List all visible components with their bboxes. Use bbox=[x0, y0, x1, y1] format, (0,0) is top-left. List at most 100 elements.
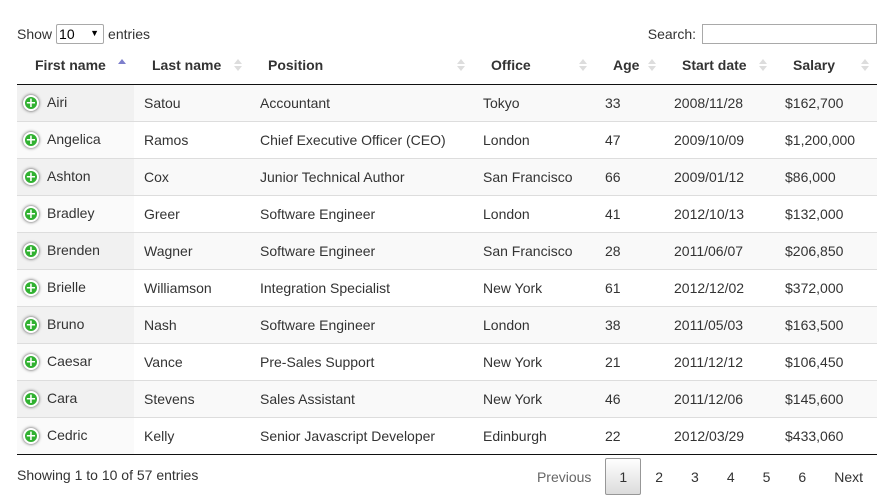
cell-salary: $206,850 bbox=[775, 231, 877, 269]
cell-text: Cara bbox=[47, 389, 78, 406]
previous-button[interactable]: Previous bbox=[523, 458, 605, 495]
cell-office: Edinburgh bbox=[473, 416, 595, 455]
table-row[interactable]: + Brielle Williamson Integration Specialist… bbox=[17, 268, 877, 306]
cell-text: 2009/10/09 bbox=[674, 131, 745, 148]
cell-start-date: 2008/11/28 bbox=[664, 84, 775, 121]
sort-both-icon bbox=[648, 58, 656, 71]
table-row[interactable]: + Cara Stevens Sales Assistant New York 46 201… bbox=[17, 379, 877, 417]
cell-text: Integration Specialist bbox=[260, 279, 390, 296]
cell-salary: $86,000 bbox=[775, 157, 877, 195]
table-row[interactable]: + Bradley Greer Software Engineer London 41 20… bbox=[17, 194, 877, 232]
cell-text: 2012/12/02 bbox=[674, 279, 745, 296]
header-row: First name Last name Position Office Age Star… bbox=[17, 46, 877, 85]
table-row[interactable]: + Ashton Cox Junior Technical Author San Fra… bbox=[17, 157, 877, 195]
cell-text: Ashton bbox=[47, 167, 91, 184]
plus-circle-icon[interactable]: + bbox=[23, 428, 39, 445]
plus-circle-icon[interactable]: + bbox=[23, 354, 39, 371]
cell-text: 2011/12/06 bbox=[674, 390, 744, 407]
cell-text: Chief Executive Officer (CEO) bbox=[260, 131, 446, 148]
search-input[interactable] bbox=[702, 24, 877, 44]
sort-both-icon bbox=[861, 58, 869, 71]
cell-first-name: + Caesar bbox=[17, 342, 134, 380]
cell-office: New York bbox=[473, 379, 595, 417]
column-header-first-name[interactable]: First name bbox=[17, 46, 134, 85]
plus-circle-icon[interactable]: + bbox=[23, 243, 39, 260]
plus-circle-icon[interactable]: + bbox=[23, 317, 39, 334]
table-row[interactable]: + Angelica Ramos Chief Executive Officer (C… bbox=[17, 120, 877, 158]
cell-salary: $145,600 bbox=[775, 379, 877, 417]
search-filter: Search: bbox=[648, 24, 877, 44]
cell-text: London bbox=[483, 205, 530, 222]
column-header-age[interactable]: Age bbox=[595, 46, 664, 85]
cell-salary: $433,060 bbox=[775, 416, 877, 455]
cell-start-date: 2012/10/13 bbox=[664, 194, 775, 232]
column-header-label: Age bbox=[613, 56, 640, 73]
cell-text: 61 bbox=[605, 279, 621, 296]
plus-circle-icon[interactable]: + bbox=[23, 95, 39, 112]
cell-age: 22 bbox=[595, 416, 664, 455]
entries-select-wrap[interactable]: 10 ▼ bbox=[56, 24, 105, 44]
cell-text: 2009/01/12 bbox=[674, 168, 745, 185]
cell-position: Software Engineer bbox=[250, 305, 473, 343]
cell-first-name: + Brielle bbox=[17, 268, 134, 306]
cell-last-name: Kelly bbox=[134, 416, 250, 455]
sort-ascending-icon bbox=[118, 58, 126, 71]
cell-text: 2008/11/28 bbox=[674, 94, 744, 111]
cell-text: New York bbox=[483, 353, 543, 370]
table-row[interactable]: + Brenden Wagner Software Engineer San Franc… bbox=[17, 231, 877, 269]
table-row[interactable]: + Airi Satou Accountant Tokyo 33 2008/11/28 $16… bbox=[17, 84, 877, 121]
cell-last-name: Satou bbox=[134, 84, 250, 121]
column-header-start-date[interactable]: Start date bbox=[664, 46, 775, 85]
column-header-office[interactable]: Office bbox=[473, 46, 595, 85]
plus-circle-icon[interactable]: + bbox=[23, 280, 39, 297]
cell-text: $372,000 bbox=[785, 279, 844, 296]
cell-text: San Francisco bbox=[483, 242, 573, 259]
next-button[interactable]: Next bbox=[820, 458, 877, 495]
cell-first-name: + Cara bbox=[17, 379, 134, 417]
table-body: + Airi Satou Accountant Tokyo 33 2008/11/28 $16… bbox=[17, 84, 877, 455]
entries-select[interactable]: 10 bbox=[56, 24, 105, 44]
table-row[interactable]: + Bruno Nash Software Engineer London 38 2011/… bbox=[17, 305, 877, 343]
cell-text: 38 bbox=[605, 316, 621, 333]
cell-start-date: 2011/12/12 bbox=[664, 342, 775, 380]
cell-text: Stevens bbox=[144, 390, 195, 407]
cell-text: Bradley bbox=[47, 204, 95, 221]
column-header-position[interactable]: Position bbox=[250, 46, 473, 85]
cell-office: San Francisco bbox=[473, 231, 595, 269]
plus-circle-icon[interactable]: + bbox=[23, 169, 39, 186]
plus-circle-icon[interactable]: + bbox=[23, 132, 39, 149]
page-button-2[interactable]: 2 bbox=[641, 458, 677, 495]
cell-age: 61 bbox=[595, 268, 664, 306]
cell-text: 2011/05/03 bbox=[674, 316, 744, 333]
plus-circle-icon[interactable]: + bbox=[23, 206, 39, 223]
column-header-last-name[interactable]: Last name bbox=[134, 46, 250, 85]
cell-text: $132,000 bbox=[785, 205, 844, 222]
cell-salary: $162,700 bbox=[775, 84, 877, 121]
table-row[interactable]: + Cedric Kelly Senior Javascript Developer E… bbox=[17, 416, 877, 455]
cell-position: Pre-Sales Support bbox=[250, 342, 473, 380]
plus-circle-icon[interactable]: + bbox=[23, 391, 39, 408]
cell-text: Accountant bbox=[260, 94, 331, 111]
cell-text: Brenden bbox=[47, 241, 100, 258]
cell-text: 22 bbox=[605, 427, 621, 444]
cell-last-name: Greer bbox=[134, 194, 250, 232]
cell-office: Tokyo bbox=[473, 84, 595, 121]
cell-text: New York bbox=[483, 279, 543, 296]
cell-text: 2012/10/13 bbox=[674, 205, 745, 222]
page-button-6[interactable]: 6 bbox=[784, 458, 820, 495]
page-button-3[interactable]: 3 bbox=[677, 458, 713, 495]
page-button-1[interactable]: 1 bbox=[605, 458, 642, 495]
column-header-label: First name bbox=[35, 56, 106, 73]
cell-position: Chief Executive Officer (CEO) bbox=[250, 120, 473, 158]
cell-text: $106,450 bbox=[785, 353, 844, 370]
cell-text: Bruno bbox=[47, 315, 85, 332]
cell-first-name: + Ashton bbox=[17, 157, 134, 195]
page-button-5[interactable]: 5 bbox=[749, 458, 785, 495]
cell-text: 2011/12/12 bbox=[674, 353, 744, 370]
cell-position: Software Engineer bbox=[250, 231, 473, 269]
page-button-4[interactable]: 4 bbox=[713, 458, 749, 495]
column-header-salary[interactable]: Salary bbox=[775, 46, 877, 85]
table-row[interactable]: + Caesar Vance Pre-Sales Support New York 21 2… bbox=[17, 342, 877, 380]
column-header-label: Last name bbox=[152, 56, 222, 73]
cell-text: $86,000 bbox=[785, 168, 836, 185]
